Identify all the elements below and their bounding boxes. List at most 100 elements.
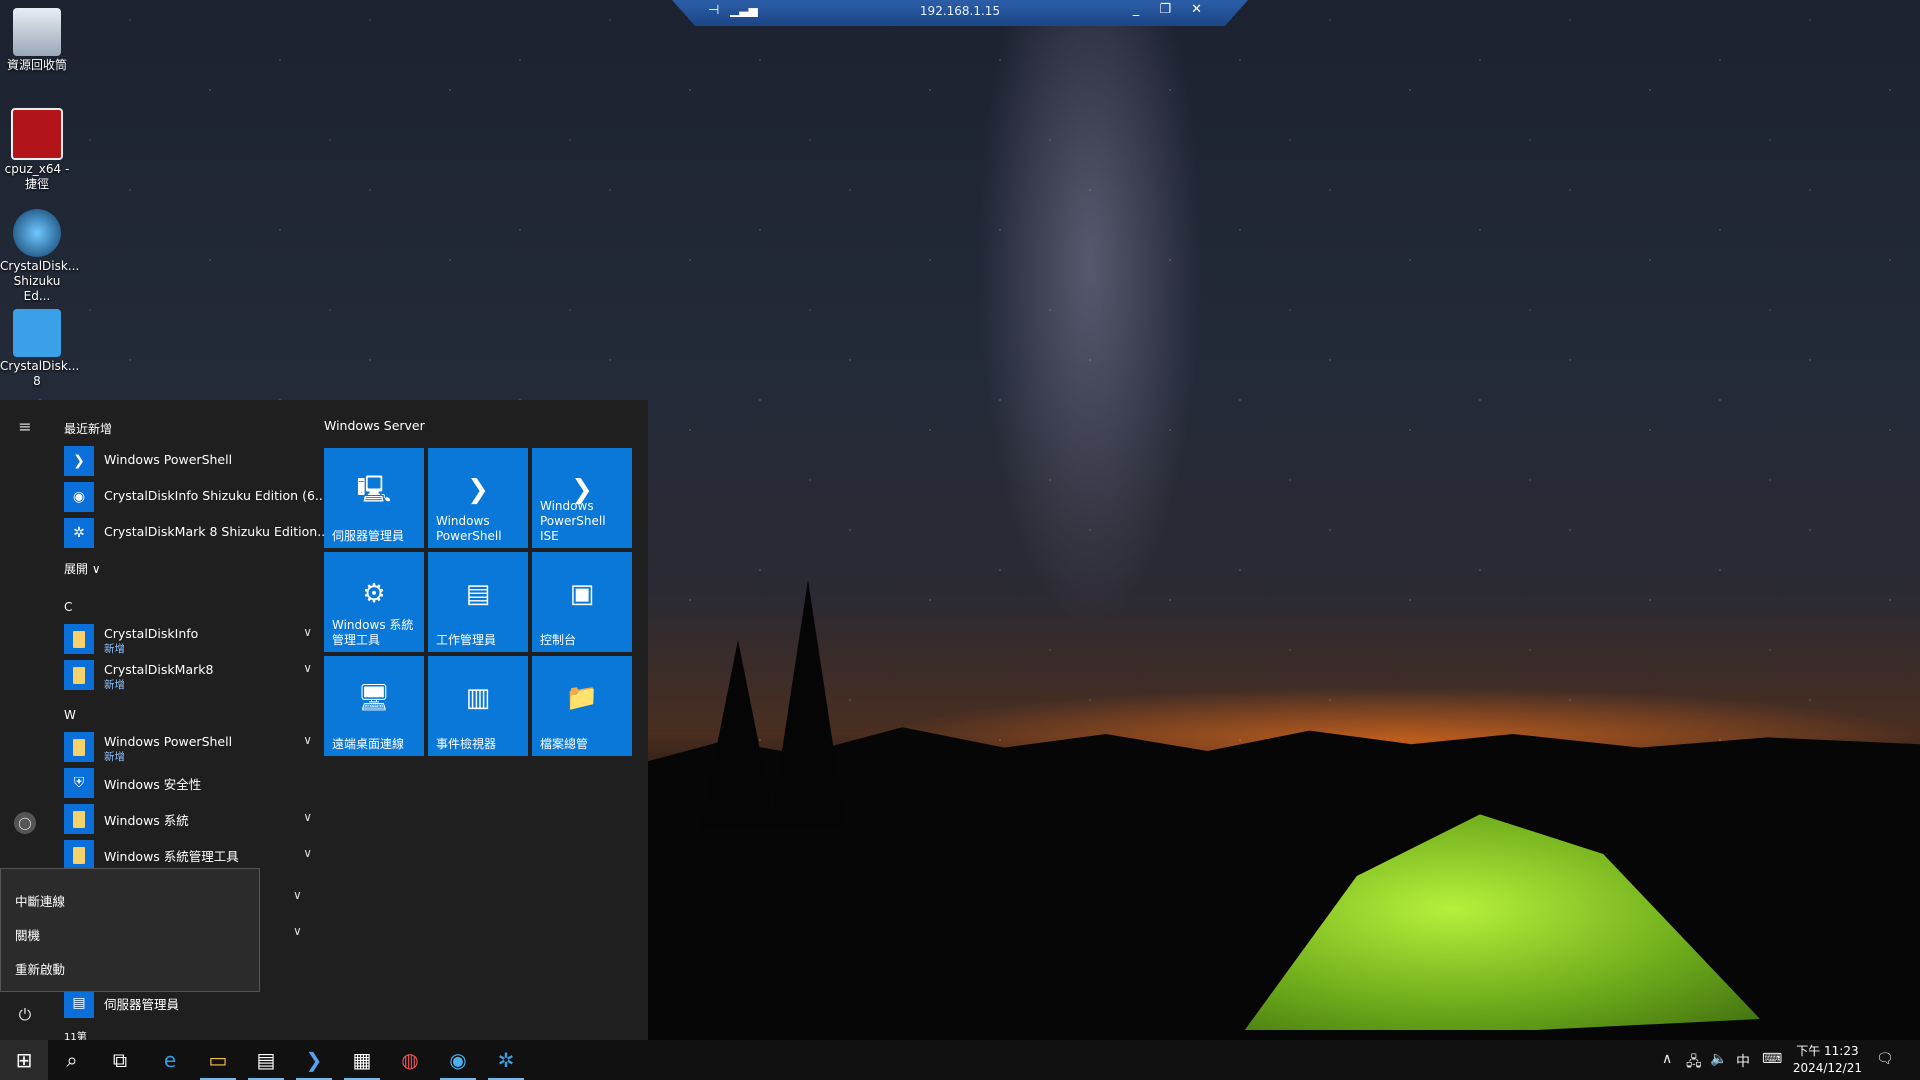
desktop-icon-cpuz[interactable]: cpuz_x64 - 捷徑: [0, 102, 74, 192]
task-manager-icon: ▦: [352, 1048, 372, 1072]
app-name: Windows PowerShell: [104, 734, 233, 749]
task-view-button[interactable]: ⧉: [96, 1040, 144, 1080]
powershell-icon: ❯: [64, 446, 94, 476]
server-manager-icon: ▤: [256, 1048, 276, 1072]
taskbar-app-task-manager[interactable]: ▦: [338, 1040, 386, 1080]
app-crystaldiskinfo-recent[interactable]: ◉ CrystalDiskInfo Shizuku Edition (6...: [64, 480, 327, 512]
app-name: Windows 系統: [104, 813, 189, 828]
power-menu-shutdown[interactable]: 關機: [15, 925, 40, 944]
desktop-icon-recycle-bin[interactable]: 資源回收筒: [0, 2, 74, 73]
tile-remote-desktop[interactable]: 🖥 遠端桌面連線: [324, 656, 424, 756]
app-name: CrystalDiskInfo Shizuku Edition (6...: [104, 488, 327, 503]
search-icon: ⌕: [66, 1048, 78, 1072]
desktop-icon-label: CrystalDisk... 8: [0, 359, 80, 388]
tile-windows-powershell[interactable]: ❯ Windows PowerShell: [428, 448, 528, 548]
task-view-icon: ⧉: [112, 1048, 128, 1072]
folder-icon: [64, 660, 94, 690]
desktop-icon-label: 資源回收筒: [6, 58, 67, 72]
desktop-icon-crystaldiskinfo[interactable]: CrystalDisk... Shizuku Ed...: [0, 203, 80, 304]
tile-label: Windows 系統 管理工具: [332, 618, 414, 647]
tile-server-manager[interactable]: 🖳 伺服器管理員: [324, 448, 424, 548]
crystaldiskinfo-icon: [13, 209, 61, 257]
shield-icon: ⛨: [64, 768, 94, 798]
volume-icon[interactable]: 🔈: [1710, 1051, 1727, 1067]
admin-tools-icon: ⚙: [362, 579, 386, 609]
cpuz-icon: ◍: [401, 1048, 419, 1072]
taskbar-app-file-explorer[interactable]: ▭: [194, 1040, 242, 1080]
taskbar-app-server-manager[interactable]: ▤: [242, 1040, 290, 1080]
wallpaper-tree: [700, 640, 776, 830]
folder-icon: [64, 840, 94, 870]
hamburger-icon[interactable]: ≡: [14, 416, 36, 438]
clock-time: 下午 11:23: [1796, 1044, 1859, 1058]
app-name: CrystalDiskMark 8 Shizuku Edition...: [104, 524, 330, 539]
taskbar-app-cpuz[interactable]: ◍: [386, 1040, 434, 1080]
tile-group-header[interactable]: Windows Server: [324, 418, 425, 433]
taskbar-app-crystaldiskinfo[interactable]: ◉: [434, 1040, 482, 1080]
letter-header-c[interactable]: C: [64, 600, 72, 614]
chevron-down-icon[interactable]: ∨: [303, 846, 312, 860]
app-crystaldiskmark-recent[interactable]: ✲ CrystalDiskMark 8 Shizuku Edition...: [64, 516, 329, 548]
file-explorer-icon: 📁: [565, 683, 599, 713]
file-explorer-icon: ▭: [208, 1048, 228, 1072]
app-crystaldiskinfo-folder[interactable]: CrystalDiskInfo 新增 ∨: [64, 622, 312, 655]
tile-label: 工作管理員: [436, 633, 497, 647]
rdp-window-controls[interactable]: _ ❐ ✕: [1133, 2, 1210, 17]
tile-label: 檔案總管: [540, 737, 589, 751]
expand-button[interactable]: 展開 ∨: [64, 560, 101, 577]
tile-task-manager[interactable]: ▤ 工作管理員: [428, 552, 528, 652]
chevron-down-icon[interactable]: ∨: [303, 733, 312, 747]
taskbar-app-powershell[interactable]: ❯: [290, 1040, 338, 1080]
windows-logo-icon: ⊞: [15, 1048, 33, 1072]
clock-date: 2024/12/21: [1792, 1061, 1862, 1075]
chevron-down-icon[interactable]: ∨: [293, 924, 302, 938]
crystaldiskmark-icon: ✲: [64, 518, 94, 548]
rdp-connection-bar[interactable]: ⊣ ▁▃▅ 192.168.1.15 _ ❐ ✕: [672, 0, 1248, 26]
server-manager-icon: ▤: [64, 988, 94, 1018]
tile-event-viewer[interactable]: ▥ 事件檢視器: [428, 656, 528, 756]
new-badge: 新增: [104, 643, 125, 655]
app-windows-powershell-recent[interactable]: ❯ Windows PowerShell: [64, 444, 312, 476]
user-avatar-icon[interactable]: ◯: [14, 812, 36, 834]
search-button[interactable]: ⌕: [48, 1040, 96, 1080]
tile-label: 伺服器管理員: [332, 529, 405, 543]
tile-control-panel[interactable]: ▣ 控制台: [532, 552, 632, 652]
clock[interactable]: 下午 11:23 2024/12/21: [1793, 1043, 1862, 1077]
tile-admin-tools[interactable]: ⚙ Windows 系統 管理工具: [324, 552, 424, 652]
app-crystaldiskmark-folder[interactable]: CrystalDiskMark8 新增 ∨: [64, 658, 312, 691]
power-icon[interactable]: ⏻: [14, 1004, 36, 1026]
taskbar-app-crystaldiskmark[interactable]: ✲: [482, 1040, 530, 1080]
crystaldiskinfo-icon: ◉: [64, 482, 94, 512]
power-menu-restart[interactable]: 重新啟動: [15, 959, 65, 978]
letter-header-w[interactable]: W: [64, 708, 76, 722]
tray-chevron-up-icon[interactable]: ∧: [1662, 1051, 1672, 1067]
crystaldiskinfo-icon: ◉: [449, 1048, 467, 1072]
notification-icon[interactable]: 🗨: [1876, 1051, 1894, 1067]
chevron-down-icon[interactable]: ∨: [293, 888, 302, 902]
crystaldiskmark-icon: [13, 309, 61, 357]
chevron-down-icon[interactable]: ∨: [303, 810, 312, 824]
chevron-down-icon[interactable]: ∨: [303, 625, 312, 639]
crystaldiskmark-icon: ✲: [497, 1048, 515, 1072]
app-windows-system-folder[interactable]: Windows 系統 ∨: [64, 802, 312, 834]
recycle-bin-icon: [13, 8, 61, 56]
app-windows-powershell-folder[interactable]: Windows PowerShell 新增 ∨: [64, 730, 312, 763]
app-name: Windows 安全性: [104, 777, 202, 792]
tile-powershell-ise[interactable]: ❯ Windows PowerShell ISE: [532, 448, 632, 548]
ime-indicator[interactable]: 中: [1736, 1051, 1750, 1071]
taskbar-app-ie[interactable]: e: [146, 1040, 194, 1080]
desktop-icon-crystaldiskmark[interactable]: CrystalDisk... 8: [0, 303, 80, 389]
app-windows-security[interactable]: ⛨ Windows 安全性: [64, 766, 312, 798]
chevron-down-icon[interactable]: ∨: [303, 661, 312, 675]
server-manager-icon: 🖳: [356, 475, 392, 505]
start-button[interactable]: ⊞: [0, 1040, 48, 1080]
network-icon[interactable]: 🖧: [1686, 1051, 1702, 1075]
power-menu: 中斷連線 關機 重新啟動: [0, 868, 260, 992]
desktop-icon-label: cpuz_x64 - 捷徑: [4, 162, 70, 191]
app-windows-admin-tools-folder[interactable]: Windows 系統管理工具 ∨: [64, 838, 312, 870]
desktop-icon-label: CrystalDisk... Shizuku Ed...: [0, 259, 80, 303]
keyboard-icon[interactable]: ⌨: [1762, 1051, 1782, 1067]
tile-file-explorer[interactable]: 📁 檔案總管: [532, 656, 632, 756]
app-name: CrystalDiskMark8: [104, 662, 214, 677]
power-menu-disconnect[interactable]: 中斷連線: [15, 891, 65, 910]
